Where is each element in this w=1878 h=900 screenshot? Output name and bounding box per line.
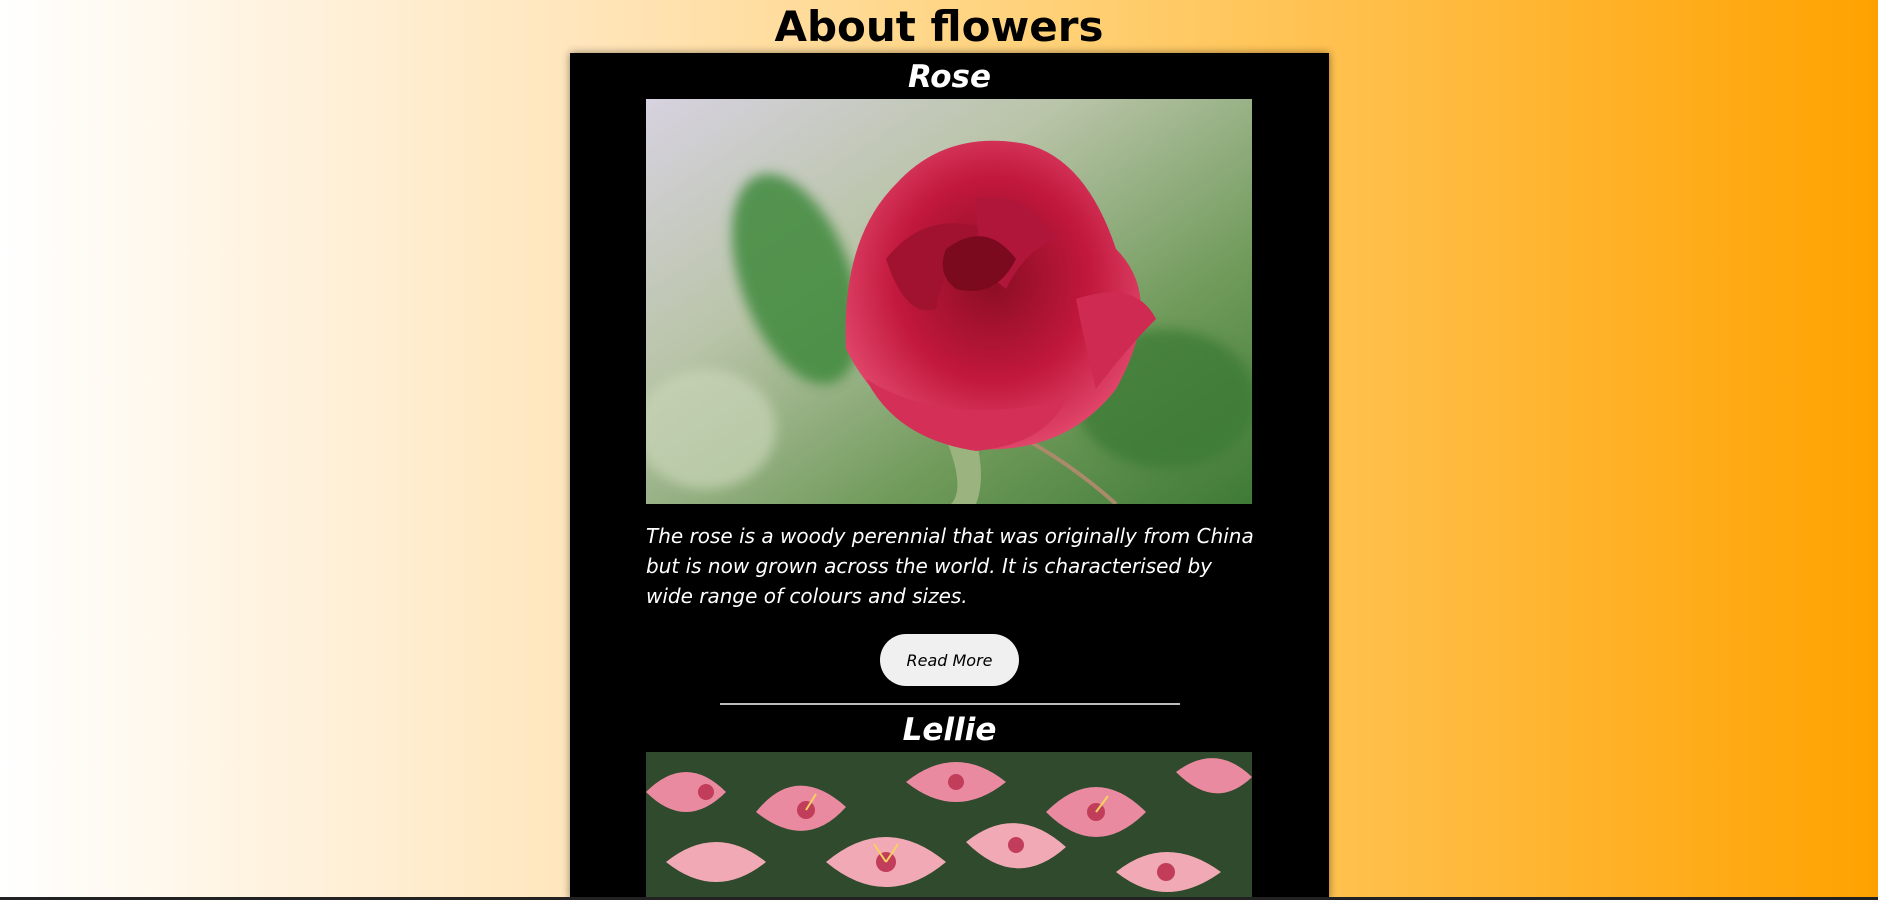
rose-description: The rose is a woody perennial that was o…	[646, 524, 1254, 608]
read-more-button[interactable]: Read More	[880, 634, 1019, 686]
rose-image	[646, 99, 1252, 504]
lily-image	[646, 752, 1252, 900]
flower-title-lellie: Lellie	[902, 712, 997, 748]
section-divider	[720, 703, 1180, 705]
flower-card-container: Rose The rose is a woody perennial that …	[570, 53, 1329, 900]
page-title: About flowers	[774, 2, 1104, 51]
flower-title-rose: Rose	[907, 59, 992, 95]
